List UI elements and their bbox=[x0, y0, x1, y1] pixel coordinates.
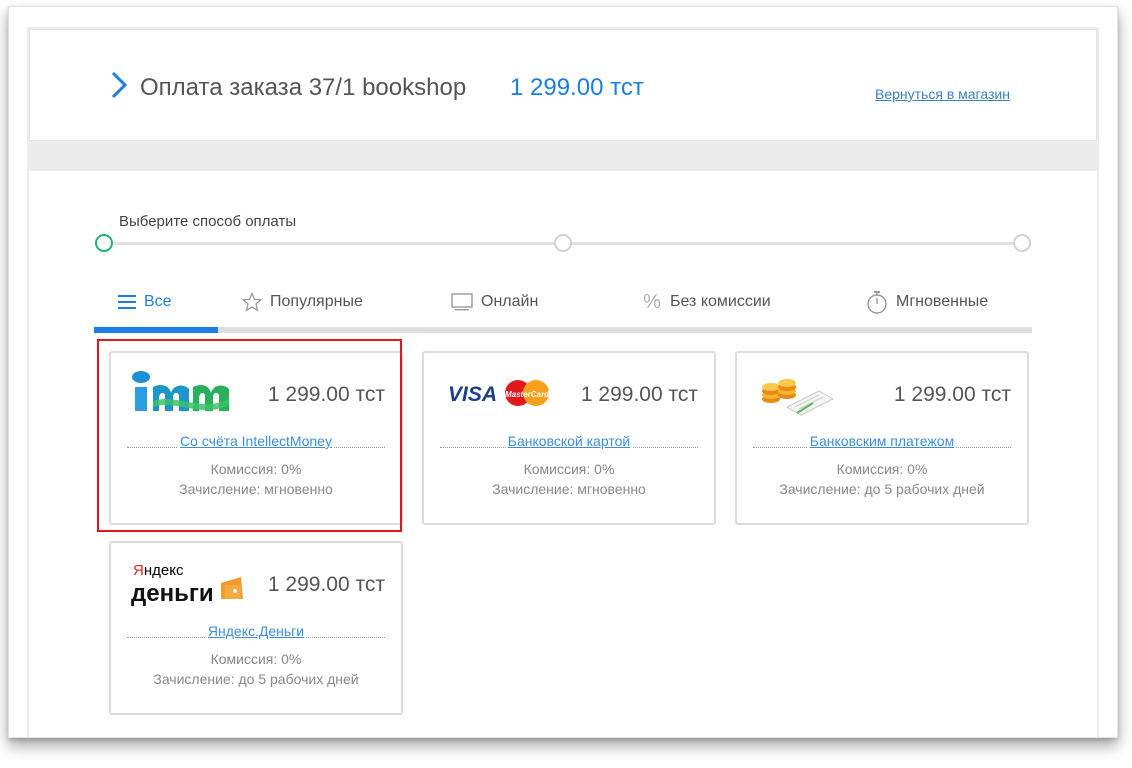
page-title: Оплата заказа 37/1 bookshop bbox=[140, 74, 467, 101]
list-icon bbox=[118, 295, 136, 309]
dengi-word: деньги bbox=[131, 580, 214, 607]
monitor-icon bbox=[451, 293, 473, 311]
intellectmoney-logo bbox=[132, 371, 229, 411]
method-name[interactable]: Банковской картой bbox=[505, 433, 633, 449]
method-name[interactable]: Яндекс.Деньги bbox=[205, 623, 307, 639]
page-header: Оплата заказа 37/1 bookshop 1 299.00 тст… bbox=[29, 29, 1097, 141]
chevron-right-icon bbox=[111, 71, 128, 99]
method-name[interactable]: Банковским платежом bbox=[807, 433, 957, 449]
method-info: Комиссия: 0% Зачисление: мгновенно bbox=[111, 459, 401, 499]
method-credit-time: Зачисление: мгновенно bbox=[179, 481, 333, 497]
step-dot-2 bbox=[554, 234, 572, 252]
payment-page: Оплата заказа 37/1 bookshop 1 299.00 тст… bbox=[27, 27, 1099, 737]
order-amount: 1 299.00 тст bbox=[510, 74, 644, 101]
method-link[interactable]: Со счёта IntellectMoney bbox=[111, 433, 401, 449]
method-price: 1 299.00 тст bbox=[893, 383, 1011, 406]
method-price: 1 299.00 тст bbox=[580, 383, 698, 406]
method-card-intellectmoney[interactable]: 1 299.00 тст Со счёта IntellectMoney Ком… bbox=[109, 351, 403, 525]
method-credit-time: Зачисление: мгновенно bbox=[492, 481, 646, 497]
method-commission: Комиссия: 0% bbox=[210, 651, 302, 667]
method-link[interactable]: Банковским платежом bbox=[737, 433, 1027, 449]
method-name[interactable]: Со счёта IntellectMoney bbox=[178, 433, 334, 449]
back-to-shop-link[interactable]: Вернуться в магазин bbox=[875, 86, 1010, 102]
method-info: Комиссия: 0% Зачисление: до 5 рабочих дн… bbox=[111, 649, 401, 689]
method-commission: Комиссия: 0% bbox=[523, 461, 615, 477]
tab-no-commission[interactable]: % Без комиссии bbox=[642, 275, 771, 329]
method-card-bank-card[interactable]: VISA MasterCard 1 299.00 тст Банковской … bbox=[422, 351, 716, 525]
method-price: 1 299.00 тст bbox=[267, 383, 385, 406]
tab-label: Мгновенные bbox=[896, 293, 989, 310]
method-tabs: Все Популярные Онлайн % Без комиссии Мгн… bbox=[94, 275, 1032, 333]
tab-label: Популярные bbox=[270, 293, 363, 310]
tab-track bbox=[94, 327, 1032, 333]
tab-online[interactable]: Онлайн bbox=[451, 275, 538, 329]
tab-instant[interactable]: Мгновенные bbox=[866, 275, 988, 329]
method-card-bank-transfer[interactable]: 1 299.00 тст Банковским платежом Комисси… bbox=[735, 351, 1029, 525]
method-info: Комиссия: 0% Зачисление: до 5 рабочих дн… bbox=[737, 459, 1027, 499]
method-credit-time: Зачисление: до 5 рабочих дней bbox=[779, 481, 985, 497]
yandex-money-logo: Яндекс деньги bbox=[131, 562, 243, 607]
method-commission: Комиссия: 0% bbox=[836, 461, 928, 477]
mastercard-text: MasterCard bbox=[505, 390, 550, 399]
visa-mastercard-logo: VISA MasterCard bbox=[448, 380, 550, 406]
method-commission: Комиссия: 0% bbox=[210, 461, 302, 477]
tab-popular[interactable]: Популярные bbox=[242, 275, 363, 329]
visa-text: VISA bbox=[448, 383, 497, 406]
method-link[interactable]: Банковской картой bbox=[424, 433, 714, 449]
tab-label: Все bbox=[144, 293, 172, 310]
star-icon bbox=[242, 292, 262, 312]
method-price: 1 299.00 тст bbox=[267, 573, 385, 596]
tab-label: Без комиссии bbox=[670, 293, 771, 310]
tab-all[interactable]: Все bbox=[118, 275, 172, 329]
method-credit-time: Зачисление: до 5 рабочих дней bbox=[153, 671, 359, 687]
stopwatch-icon bbox=[867, 291, 887, 314]
screenshot-frame: Оплата заказа 37/1 bookshop 1 299.00 тст… bbox=[8, 6, 1118, 738]
tab-label: Онлайн bbox=[481, 293, 539, 310]
step-dot-3 bbox=[1013, 234, 1031, 252]
step-label: Выберите способ оплаты bbox=[119, 213, 297, 230]
yandex-word: Яндекс bbox=[133, 562, 184, 579]
coins-document-icon bbox=[762, 379, 835, 416]
method-info: Комиссия: 0% Зачисление: мгновенно bbox=[424, 459, 714, 499]
method-link[interactable]: Яндекс.Деньги bbox=[111, 623, 401, 639]
step-dot-1 bbox=[95, 234, 113, 252]
percent-icon: % bbox=[643, 290, 661, 313]
method-card-yandex-money[interactable]: Яндекс деньги 1 299.00 тст Яндекс.Деньги… bbox=[109, 541, 403, 715]
active-tab-indicator bbox=[94, 327, 218, 333]
